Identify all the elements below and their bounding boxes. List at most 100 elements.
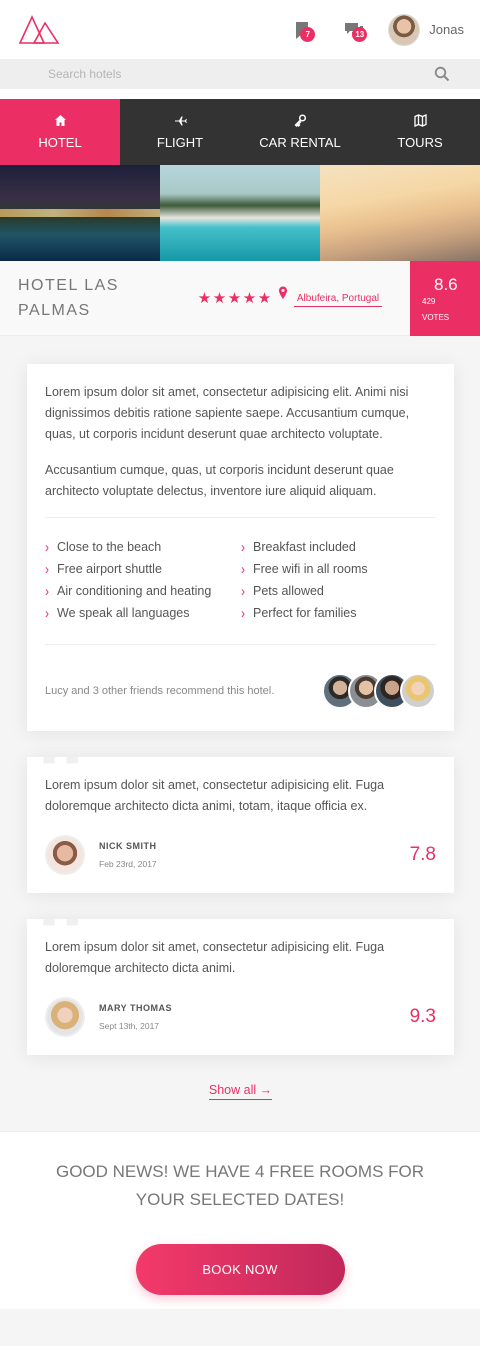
reviewer-meta: Mary Thomas Sept 13th, 2017 [99,1003,172,1031]
reviewer: Nick Smith Feb 23rd, 2017 7.8 [45,835,436,875]
feature-label: We speak all languages [57,606,190,620]
tab-hotel[interactable]: Hotel [0,99,120,165]
star-icon: ★ [242,290,257,307]
hotel-photo-pool[interactable] [160,165,320,261]
search-input[interactable] [48,67,408,81]
star-icon: ★ [212,290,227,307]
booking-tabs: Hotel Flight Car rental Tours [0,99,480,165]
spacer [0,89,480,99]
votes-label: votes [422,312,450,322]
bookmarks-badge: 7 [300,26,316,42]
review-text: Lorem ipsum dolor sit amet, consectetur … [45,778,385,813]
messages-badge: 13 [352,26,368,42]
review-text: Lorem ipsum dolor sit amet, consectetur … [45,940,385,975]
reviewer-name: Nick Smith [99,841,157,851]
tab-label: Car rental [259,135,341,150]
show-all-link[interactable]: Show all → [208,1083,273,1100]
star-icon: ★ [257,290,272,307]
chevron-right-icon: › [241,560,245,578]
book-now-button[interactable]: Book now [135,1244,345,1295]
feature-label: Perfect for families [253,606,357,620]
tab-flight[interactable]: Flight [120,99,240,165]
logo-icon[interactable] [18,14,60,45]
header: 7 13 Jonas [0,0,480,59]
list-item: › Breakfast included [241,538,436,556]
list-item: › Pets allowed [241,582,436,600]
hotel-overview: Hotel Las Palmas ★ ★ ★ ★ ★ Albufeira, Po… [0,260,480,336]
list-item: › Air conditioning and heating [45,582,241,600]
user-name: Jonas [429,22,464,37]
location-pin-icon [279,286,287,299]
feature-label: Free wifi in all rooms [253,562,368,576]
list-item: › Close to the beach [45,538,241,556]
review-score: 9.3 [409,1006,436,1027]
description-paragraph: Lorem ipsum dolor sit amet, consectetur … [45,385,410,441]
tab-tours[interactable]: Tours [360,99,480,165]
avatar [45,835,85,875]
chevron-right-icon: › [45,538,49,556]
avatar [388,13,421,46]
friend-avatars [322,673,436,709]
main-content: Lorem ipsum dolor sit amet, consectetur … [0,336,480,1131]
cta-text: Good news! We have 4 free rooms for your… [55,1162,425,1209]
chevron-right-icon: › [241,538,245,556]
list-item: › Free airport shuttle [45,560,241,578]
list-item: › We speak all languages [45,604,241,622]
hotel-photo-night-pool[interactable] [0,165,160,261]
home-icon [54,115,66,126]
chevron-right-icon: › [241,582,245,600]
tab-label: Tours [397,135,443,150]
description-card: Lorem ipsum dolor sit amet, consectetur … [27,364,454,731]
friends-recommend: Lucy and 3 other friends recommend this … [27,645,454,731]
map-icon [413,114,427,127]
review-card: “ Lorem ipsum dolor sit amet, consectetu… [27,757,454,893]
recommend-text: Lucy and 3 other friends recommend this … [45,685,275,697]
review-card: “ Lorem ipsum dolor sit amet, consectetu… [27,919,454,1055]
user-menu[interactable]: Jonas [388,13,464,46]
tab-car-rental[interactable]: Car rental [240,99,360,165]
feature-label: Pets allowed [253,584,324,598]
reviewer: Mary Thomas Sept 13th, 2017 9.3 [45,997,436,1037]
rating-average: 8.6 [434,274,458,294]
feature-list: › Close to the beach › Breakfast included … [27,518,454,644]
list-item: › Perfect for families [241,604,436,622]
description: Lorem ipsum dolor sit amet, consectetur … [27,364,454,502]
search-bar [0,59,480,89]
hotel-gallery [0,165,480,261]
plane-icon [174,116,187,126]
bookmarks-button[interactable]: 7 [288,16,316,44]
chevron-right-icon: › [45,560,49,578]
list-item: › Free wifi in all rooms [241,560,436,578]
booking-cta: Good news! We have 4 free rooms for your… [0,1131,480,1309]
review-score: 7.8 [409,844,436,865]
votes-count: 429 [422,296,436,306]
search-icon[interactable] [434,66,450,82]
star-icon: ★ [227,290,242,307]
review-date: Feb 23rd, 2017 [99,859,157,869]
show-all-wrap: Show all → [27,1081,454,1131]
chevron-right-icon: › [45,582,49,600]
location-link[interactable]: Albufeira, Portugal [294,292,382,307]
star-icon: ★ [197,290,212,307]
avatar [45,997,85,1037]
avatar[interactable] [400,673,436,709]
star-rating: ★ ★ ★ ★ ★ [197,289,272,307]
chevron-right-icon: › [241,604,245,622]
feature-label: Free airport shuttle [57,562,162,576]
feature-label: Air conditioning and heating [57,584,212,598]
feature-label: Close to the beach [57,540,162,554]
user-nav: 7 13 Jonas [288,13,464,46]
feature-label: Breakfast included [253,540,356,554]
reviewer-meta: Nick Smith Feb 23rd, 2017 [99,841,157,869]
hotel-name: Hotel Las Palmas [18,277,119,319]
hotel-photo-coast[interactable] [320,165,480,261]
tab-label: Flight [156,135,204,150]
messages-button[interactable]: 13 [340,16,368,44]
rating-box: 8.6 429 votes [410,260,480,336]
review-date: Sept 13th, 2017 [99,1021,160,1031]
key-icon [294,114,306,127]
description-paragraph: Accusantium cumque, quas, ut corporis in… [45,463,394,498]
reviewer-name: Mary Thomas [99,1003,172,1013]
hotel-location[interactable]: Albufeira, Portugal [278,286,382,307]
chevron-right-icon: › [45,604,49,622]
